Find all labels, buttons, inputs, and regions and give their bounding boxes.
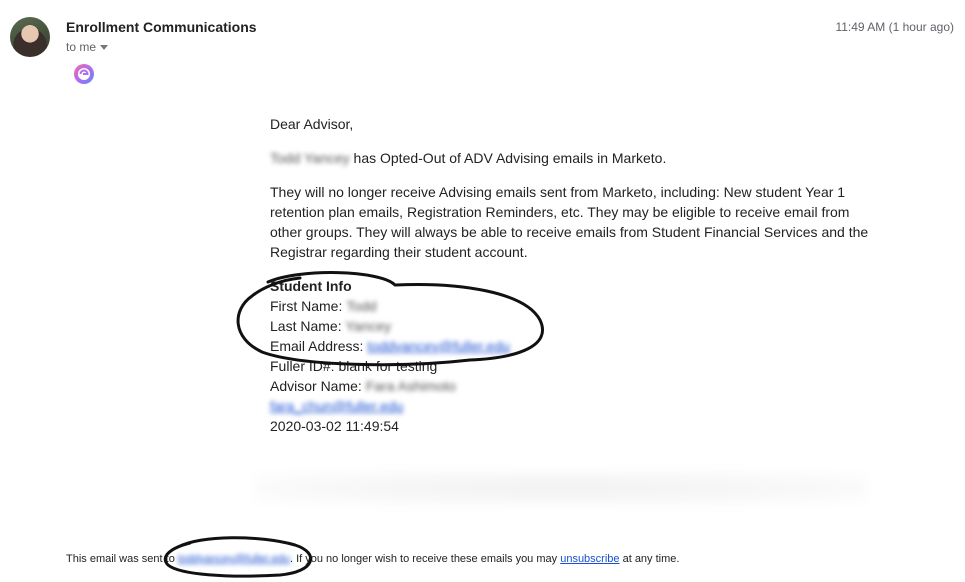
footer-prefix: This email was sent to [66, 553, 178, 565]
student-email-link[interactable]: toddyancey@fuller.edu [367, 336, 510, 356]
first-name-value: Todd [346, 298, 377, 314]
last-name-label: Last Name: [270, 318, 346, 334]
email-label: Email Address: [270, 338, 368, 354]
message-timestamp: 11:49 AM (1 hour ago) [835, 20, 954, 34]
advisor-row: Advisor Name: Fara Ashimoto [270, 376, 880, 396]
footer-suffix: at any time. [619, 553, 680, 565]
email-body: Dear Advisor, Todd Yancey has Opted-Out … [270, 114, 880, 436]
student-info-block: Student Info First Name: Todd Last Name:… [270, 276, 880, 436]
advisor-email-row: fara_chun@fuller.edu [270, 396, 880, 416]
fuller-id-row: Fuller ID#: blank for testing [270, 358, 438, 374]
optout-line: Todd Yancey has Opted-Out of ADV Advisin… [270, 148, 880, 168]
first-name-label: First Name: [270, 298, 347, 314]
greeting: Dear Advisor, [270, 116, 354, 132]
notice-paragraph: They will no longer receive Advising ema… [270, 184, 869, 260]
redacted-banner [255, 472, 867, 504]
student-name-redacted: Todd Yancey [270, 150, 350, 166]
integration-logo-icon[interactable] [73, 63, 95, 85]
advisor-email-link[interactable]: fara_chun@fuller.edu [270, 396, 403, 416]
optout-text: has Opted-Out of ADV Advising emails in … [349, 150, 667, 166]
student-info-title: Student Info [270, 278, 352, 294]
advisor-label: Advisor Name: [270, 378, 366, 394]
sent-datetime: 2020-03-02 11:49:54 [270, 418, 399, 434]
advisor-name-value: Fara Ashimoto [365, 378, 456, 394]
recipient-label: to me [66, 40, 97, 54]
first-name-row: First Name: Todd [270, 296, 880, 316]
sender-avatar[interactable] [10, 17, 50, 57]
unsubscribe-link[interactable]: unsubscribe [560, 553, 619, 565]
last-name-value: Yancey [345, 318, 392, 334]
email-footer: This email was sent to toddyancey@fuller… [66, 553, 679, 565]
email-row: Email Address: toddyancey@fuller.edu [270, 336, 880, 356]
last-name-row: Last Name: Yancey [270, 316, 880, 336]
footer-sent-to-link[interactable]: toddyancey@fuller.edu [178, 553, 290, 565]
sender-name[interactable]: Enrollment Communications [66, 19, 257, 35]
recipient-toggle[interactable]: to me [66, 40, 109, 54]
footer-middle: . If you no longer wish to receive these… [289, 553, 561, 565]
chevron-down-icon[interactable] [100, 45, 109, 51]
